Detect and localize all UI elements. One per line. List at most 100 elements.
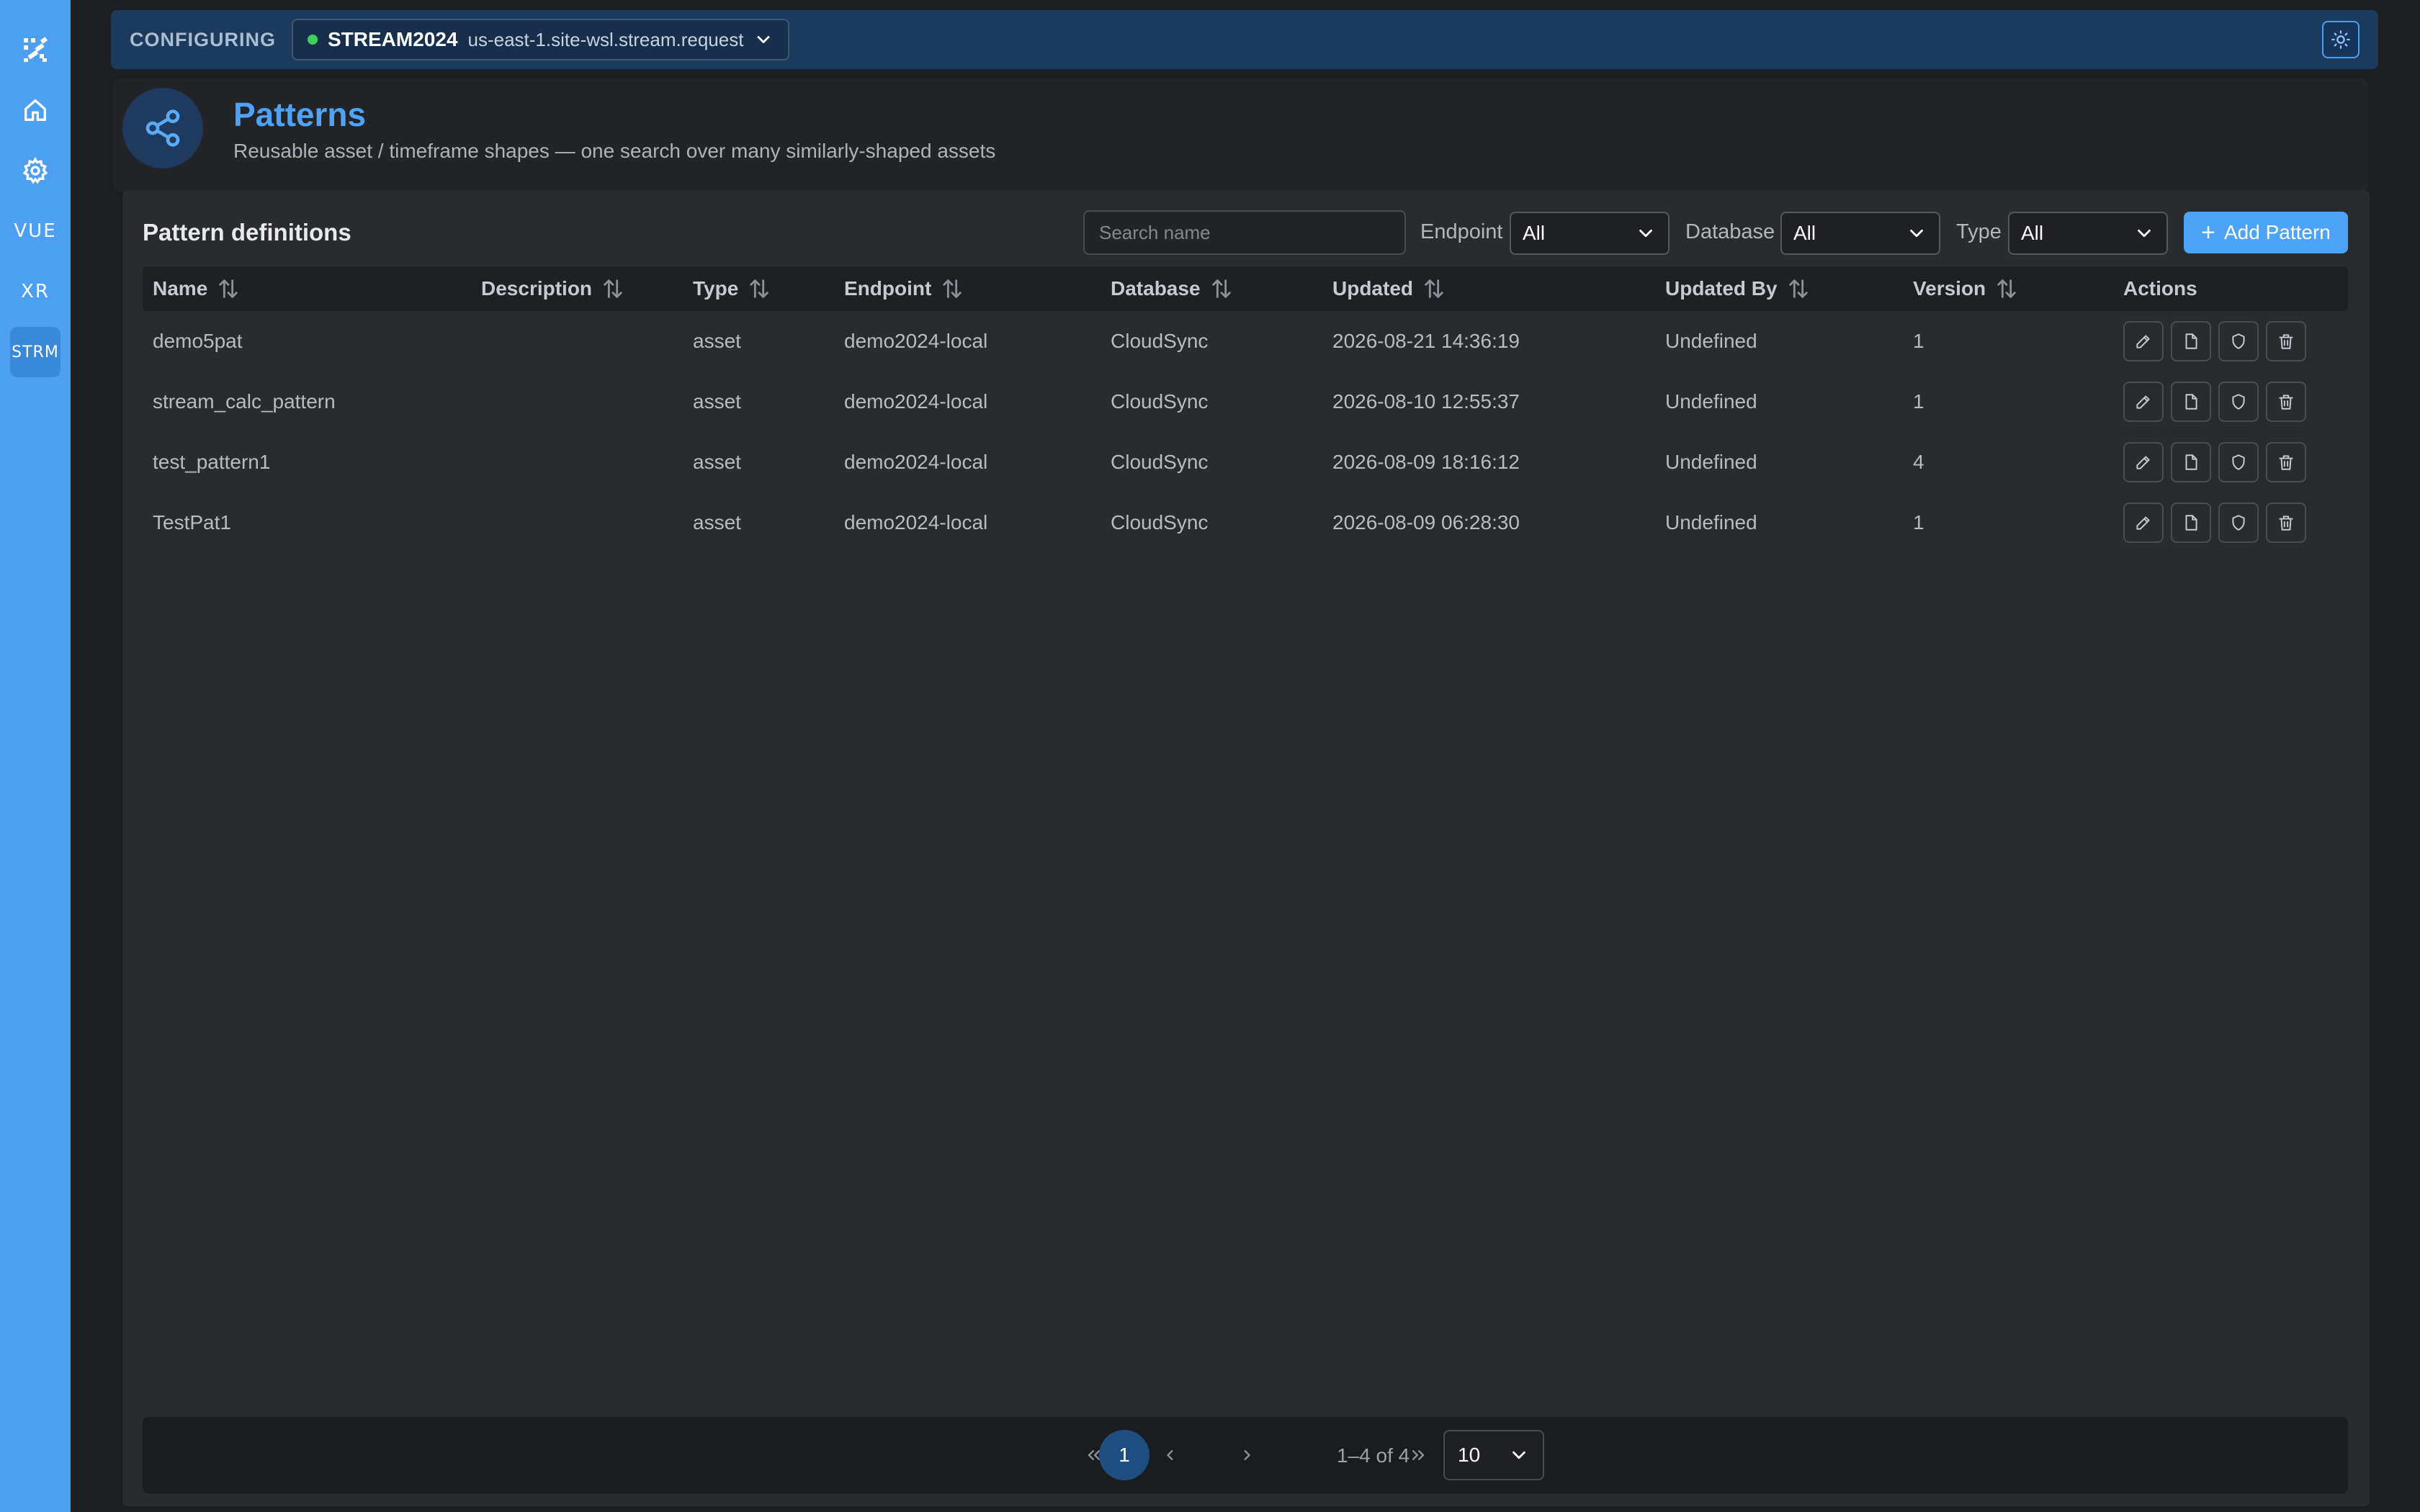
delete-button[interactable]	[2266, 321, 2306, 361]
delete-button[interactable]	[2266, 503, 2306, 543]
rail-item-vue[interactable]: VUE	[10, 206, 60, 256]
theme-toggle-button[interactable]	[2322, 21, 2360, 58]
cell-updated: 2026-08-21 14:36:19	[1332, 330, 1520, 352]
add-pattern-button[interactable]: + Add Pattern	[2184, 212, 2348, 253]
file-icon	[2185, 394, 2197, 410]
file-icon	[2185, 515, 2197, 531]
permissions-button[interactable]	[2218, 503, 2259, 543]
cell-updated-by: Undefined	[1665, 390, 1757, 413]
environment-select[interactable]: STREAM2024 us-east-1.site-wsl.stream.req…	[292, 19, 790, 60]
column-header-name[interactable]: Name	[153, 266, 241, 311]
rail-item-strm[interactable]: STRM	[10, 327, 60, 377]
sort-icon	[1425, 279, 1443, 298]
type-filter-value: All	[2021, 222, 2044, 244]
add-pattern-label: Add Pattern	[2223, 221, 2331, 243]
column-header-label: Updated By	[1665, 277, 1778, 300]
page-icon	[122, 88, 203, 168]
database-filter-select[interactable]: All	[1780, 212, 1940, 255]
sort-icon	[219, 279, 238, 298]
edit-button[interactable]	[2123, 382, 2164, 422]
settings-button[interactable]	[10, 145, 60, 196]
column-header-label: Endpoint	[844, 277, 932, 300]
table-row[interactable]: TestPat1 asset demo2024-local CloudSync 2026…	[143, 492, 2348, 553]
endpoint-filter-value: All	[1523, 222, 1546, 244]
sort-icon	[604, 279, 622, 298]
endpoint-filter-select[interactable]: All	[1510, 212, 1670, 255]
column-header-type[interactable]: Type	[693, 266, 771, 311]
edit-icon	[2136, 516, 2150, 530]
type-filter-select[interactable]: All	[2008, 212, 2168, 255]
chevron-left-icon	[1167, 1450, 1173, 1460]
file-icon	[2185, 454, 2197, 470]
cell-type: asset	[693, 451, 741, 473]
view-file-button[interactable]	[2171, 442, 2211, 482]
logo-button[interactable]	[10, 24, 60, 75]
rail-item-vue-label: VUE	[14, 220, 57, 242]
card-title: Pattern definitions	[143, 219, 351, 246]
edit-button[interactable]	[2123, 442, 2164, 482]
edit-icon	[2136, 456, 2150, 469]
table-body: demo5pat asset demo2024-local CloudSync 2026…	[143, 311, 2348, 553]
plus-icon: +	[2201, 219, 2215, 246]
cell-endpoint: demo2024-local	[844, 451, 988, 473]
page-size-select[interactable]: 10	[1443, 1430, 1544, 1480]
column-header-updated[interactable]: Updated	[1332, 266, 1446, 311]
chevrons-right-icon	[1412, 1450, 1425, 1460]
view-file-button[interactable]	[2171, 321, 2211, 361]
cell-database: CloudSync	[1111, 511, 1209, 534]
permissions-button[interactable]	[2218, 442, 2259, 482]
rail-item-xr-label: XR	[21, 281, 50, 302]
cell-actions	[2123, 432, 2306, 492]
column-header-label: Database	[1111, 277, 1201, 300]
column-header-description[interactable]: Description	[481, 266, 625, 311]
sort-icon	[750, 279, 769, 298]
cell-endpoint: demo2024-local	[844, 390, 988, 413]
environment-host: us-east-1.site-wsl.stream.request	[467, 28, 744, 50]
table-row[interactable]: demo5pat asset demo2024-local CloudSync 2026…	[143, 311, 2348, 372]
edit-button[interactable]	[2123, 321, 2164, 361]
environment-name: STREAM2024	[328, 28, 458, 50]
chevron-down-icon	[1512, 1451, 1525, 1459]
table-row[interactable]: test_pattern1 asset demo2024-local CloudSyn…	[143, 432, 2348, 492]
edit-button[interactable]	[2123, 503, 2164, 543]
cell-name: test_pattern1	[153, 451, 271, 473]
patterns-card: Pattern definitions Endpoint All Databas…	[122, 190, 2370, 1506]
home-button[interactable]	[10, 85, 60, 135]
cell-name: TestPat1	[153, 511, 231, 534]
page-size-value: 10	[1458, 1444, 1481, 1466]
previous-page-button[interactable]	[1151, 1436, 1190, 1475]
permissions-button[interactable]	[2218, 382, 2259, 422]
column-header-label: Description	[481, 277, 593, 300]
column-header-version[interactable]: Version	[1913, 266, 2019, 311]
column-header-actions: Actions	[2123, 266, 2197, 311]
logo-icon	[24, 37, 48, 62]
delete-button[interactable]	[2266, 442, 2306, 482]
database-filter-label: Database	[1685, 220, 1775, 243]
home-icon	[24, 99, 46, 121]
cell-updated: 2026-08-09 06:28:30	[1332, 511, 1520, 534]
page-subtitle: Reusable asset / timeframe shapes — one …	[233, 140, 996, 162]
column-header-label: Updated	[1332, 277, 1413, 300]
sort-icon	[1788, 279, 1808, 298]
sort-icon	[1211, 279, 1231, 298]
page-title: Patterns	[233, 96, 367, 133]
shield-icon	[2232, 333, 2245, 349]
column-header-endpoint[interactable]: Endpoint	[844, 266, 964, 311]
permissions-button[interactable]	[2218, 321, 2259, 361]
view-file-button[interactable]	[2171, 503, 2211, 543]
next-page-button[interactable]	[1227, 1436, 1266, 1475]
file-icon	[2185, 333, 2197, 349]
delete-button[interactable]	[2266, 382, 2306, 422]
shield-icon	[2232, 515, 2245, 531]
view-file-button[interactable]	[2171, 382, 2211, 422]
column-header-database[interactable]: Database	[1111, 266, 1234, 311]
current-page-button[interactable]: 1	[1099, 1430, 1150, 1480]
table-row[interactable]: stream_calc_pattern asset demo2024-local Cl…	[143, 372, 2348, 432]
column-header-updated-by[interactable]: Updated By	[1665, 266, 1811, 311]
search-input[interactable]	[1083, 210, 1406, 255]
top-bar: CONFIGURING STREAM2024 us-east-1.site-ws…	[111, 10, 2378, 69]
rail-item-xr[interactable]: XR	[10, 266, 60, 317]
database-filter-value: All	[1793, 222, 1816, 244]
page-header: Patterns Reusable asset / timeframe shap…	[114, 79, 2368, 192]
rail-item-strm-label: STRM	[12, 343, 59, 361]
